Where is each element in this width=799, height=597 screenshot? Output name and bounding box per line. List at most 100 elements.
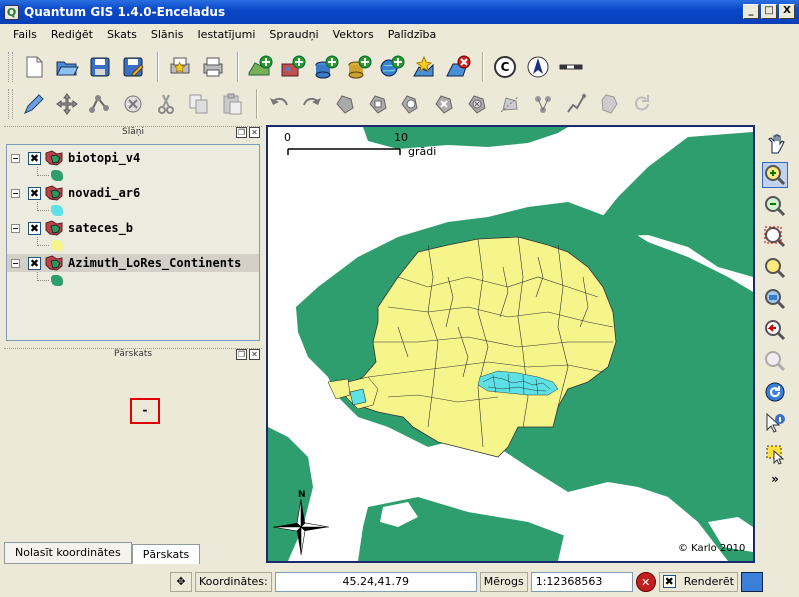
open-project-icon[interactable]: [52, 52, 82, 82]
select-features-icon[interactable]: [762, 441, 788, 467]
menu-rediget[interactable]: Rediģēt: [44, 28, 100, 41]
merge-features-icon[interactable]: [561, 89, 591, 119]
delete-part-icon[interactable]: [462, 89, 492, 119]
delete-selected-icon[interactable]: [118, 89, 148, 119]
close-icon[interactable]: ✕: [249, 349, 260, 360]
split-features-icon[interactable]: [528, 89, 558, 119]
add-vector-layer-icon[interactable]: [245, 52, 275, 82]
minimize-button[interactable]: _: [743, 4, 759, 19]
window-title: Quantum GIS 1.4.0-Enceladus: [24, 5, 226, 19]
toolbar-grip[interactable]: [8, 89, 13, 119]
layer-visibility-checkbox[interactable]: ✖: [28, 256, 41, 270]
coordinates-field[interactable]: 45.24,41.79: [274, 571, 477, 592]
layer-visibility-checkbox[interactable]: ✖: [28, 186, 41, 200]
menu-skats[interactable]: Skats: [100, 28, 144, 41]
collapse-icon[interactable]: −: [11, 223, 20, 233]
delete-ring-icon[interactable]: [429, 89, 459, 119]
zoom-out-icon[interactable]: [762, 193, 788, 219]
undock-icon[interactable]: ❐: [236, 127, 247, 138]
add-postgis-layer-icon[interactable]: [311, 52, 341, 82]
layer-tree[interactable]: − ✖ biotopi_v4 − ✖ novadi_ar6 − ✖ satece…: [6, 144, 260, 341]
collapse-icon[interactable]: −: [11, 258, 20, 268]
map-canvas[interactable]: 0 10 grādi N © Karlo 2010: [266, 125, 755, 563]
overview-extent-marker[interactable]: -: [130, 398, 160, 424]
close-button[interactable]: X: [779, 4, 795, 19]
layer-row[interactable]: − ✖ biotopi_v4: [7, 149, 259, 167]
scale-field[interactable]: 1:12368563: [530, 571, 633, 592]
node-tool-icon[interactable]: [85, 89, 115, 119]
status-bar: ✥ Koordinātes: 45.24,41.79 Mērogs 1:1236…: [0, 566, 799, 597]
new-project-icon[interactable]: [19, 52, 49, 82]
close-icon[interactable]: ✕: [249, 127, 260, 138]
layer-row[interactable]: − ✖ novadi_ar6: [7, 184, 259, 202]
add-wms-layer-icon[interactable]: [377, 52, 407, 82]
refresh-icon[interactable]: [762, 379, 788, 405]
reshape-features-icon[interactable]: [495, 89, 525, 119]
refresh-edit-icon[interactable]: [627, 89, 657, 119]
save-project-icon[interactable]: [85, 52, 115, 82]
menu-iestatijumi[interactable]: Iestatījumi: [190, 28, 262, 41]
tab-overview[interactable]: Pārskats: [131, 544, 201, 564]
add-spatialite-layer-icon[interactable]: [344, 52, 374, 82]
simplify-feature-icon[interactable]: [330, 89, 360, 119]
redo-icon[interactable]: [297, 89, 327, 119]
paste-features-icon[interactable]: [217, 89, 247, 119]
scale-label: Mērogs: [479, 571, 528, 592]
menu-palidziba[interactable]: Palīdzība: [381, 28, 444, 41]
render-toggle[interactable]: ✖ Renderēt: [658, 571, 738, 592]
add-ring-icon[interactable]: [363, 89, 393, 119]
layer-row[interactable]: − ✖ sateces_b: [7, 219, 259, 237]
undock-icon[interactable]: ❐: [236, 349, 247, 360]
svg-text:C: C: [501, 60, 510, 74]
layers-panel-title: Slāņi ❐ ✕: [4, 126, 262, 140]
layer-name: biotopi_v4: [68, 151, 141, 165]
north-arrow-icon[interactable]: [523, 52, 553, 82]
layers-panel: Slāņi ❐ ✕ − ✖ biotopi_v4 − ✖ novadi_ar6 …: [4, 126, 262, 342]
layer-visibility-checkbox[interactable]: ✖: [28, 151, 41, 165]
move-feature-icon[interactable]: [52, 89, 82, 119]
toggle-editing-icon[interactable]: [19, 89, 49, 119]
rotate-icon[interactable]: [594, 89, 624, 119]
title-bar: Q Quantum GIS 1.4.0-Enceladus _ □ X: [0, 0, 799, 24]
scale-bar-icon[interactable]: [556, 52, 586, 82]
print-icon[interactable]: [198, 52, 228, 82]
render-checkbox[interactable]: ✖: [662, 575, 676, 588]
zoom-to-layer-icon[interactable]: [762, 286, 788, 312]
layer-row-selected[interactable]: − ✖ Azimuth_LoRes_Continents: [7, 254, 259, 272]
menu-spraudni[interactable]: Spraudņi: [262, 28, 325, 41]
collapse-icon[interactable]: −: [11, 153, 20, 163]
save-as-icon[interactable]: [118, 52, 148, 82]
menu-fails[interactable]: Fails: [6, 28, 44, 41]
add-raster-layer-icon[interactable]: [278, 52, 308, 82]
dock-tabs: Nolasīt koordinātes Pārskats: [4, 542, 262, 564]
more-chevron-icon[interactable]: »: [762, 472, 788, 486]
undo-icon[interactable]: [264, 89, 294, 119]
menu-slanis[interactable]: Slānis: [144, 28, 191, 41]
maximize-button[interactable]: □: [761, 4, 777, 19]
add-island-icon[interactable]: [396, 89, 426, 119]
zoom-in-icon[interactable]: [762, 162, 788, 188]
new-print-composer-icon[interactable]: [165, 52, 195, 82]
cut-features-icon[interactable]: [151, 89, 181, 119]
zoom-last-icon[interactable]: [762, 317, 788, 343]
copyright-label-icon[interactable]: C: [490, 52, 520, 82]
zoom-to-selection-icon[interactable]: [762, 255, 788, 281]
collapse-icon[interactable]: −: [11, 188, 20, 198]
tab-coordinate-capture[interactable]: Nolasīt koordinātes: [4, 542, 132, 564]
copyright-label: © Karlo 2010: [678, 543, 745, 554]
symbol-swatch: [51, 205, 63, 216]
coordinate-toggle-icon[interactable]: ✥: [170, 571, 192, 592]
pan-icon[interactable]: [762, 131, 788, 157]
identify-icon[interactable]: [762, 410, 788, 436]
stop-render-icon[interactable]: ✕: [635, 571, 656, 592]
layer-visibility-checkbox[interactable]: ✖: [28, 221, 41, 235]
layer-symbol: [7, 237, 259, 254]
remove-layer-icon[interactable]: [443, 52, 473, 82]
zoom-next-icon[interactable]: [762, 348, 788, 374]
toolbar-grip[interactable]: [8, 52, 13, 82]
menu-vektors[interactable]: Vektors: [326, 28, 381, 41]
zoom-full-icon[interactable]: [762, 224, 788, 250]
new-vector-layer-icon[interactable]: [410, 52, 440, 82]
copy-features-icon[interactable]: [184, 89, 214, 119]
projection-icon[interactable]: [740, 571, 763, 592]
